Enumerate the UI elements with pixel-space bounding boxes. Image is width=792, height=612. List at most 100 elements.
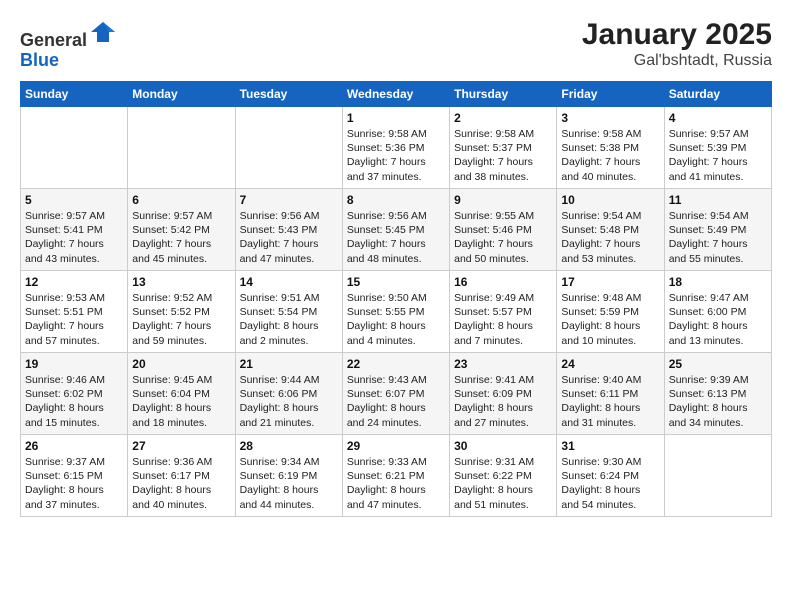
day-info: Sunrise: 9:43 AM Sunset: 6:07 PM Dayligh… — [347, 373, 445, 430]
day-info: Sunrise: 9:57 AM Sunset: 5:39 PM Dayligh… — [669, 127, 767, 184]
calendar-cell: 28Sunrise: 9:34 AM Sunset: 6:19 PM Dayli… — [235, 435, 342, 517]
logo-text-block: General Blue — [20, 18, 117, 71]
title-block: January 2025 Gal'bshtadt, Russia — [582, 18, 772, 70]
day-number: 4 — [669, 111, 767, 125]
calendar-header: SundayMondayTuesdayWednesdayThursdayFrid… — [21, 82, 772, 107]
calendar-week-row: 5Sunrise: 9:57 AM Sunset: 5:41 PM Daylig… — [21, 189, 772, 271]
calendar-cell: 19 Sunrise: 9:46 AM Sunset: 6:02 PM Dayli… — [21, 353, 128, 435]
day-info: Sunrise: 9:40 AM Sunset: 6:11 PM Dayligh… — [561, 373, 659, 430]
weekday-header: Sunday — [21, 82, 128, 107]
logo-general: General — [20, 30, 87, 50]
page-title: January 2025 — [582, 18, 772, 52]
calendar-cell: 24 Sunrise: 9:40 AM Sunset: 6:11 PM Dayli… — [557, 353, 664, 435]
calendar-cell: 20 Sunrise: 9:45 AM Sunset: 6:04 PM Dayli… — [128, 353, 235, 435]
day-number: 25 — [669, 357, 767, 371]
day-number: 7 — [240, 193, 338, 207]
day-info: Sunrise: 9:58 AM Sunset: 5:36 PM Dayligh… — [347, 127, 445, 184]
day-info: Sunrise: 9:34 AM Sunset: 6:19 PM Dayligh… — [240, 455, 338, 512]
day-number: 20 — [132, 357, 230, 371]
logo: General Blue — [20, 18, 117, 71]
day-info: Sunrise: 9:55 AM Sunset: 5:46 PM Dayligh… — [454, 209, 552, 266]
day-number: 30 — [454, 439, 552, 453]
calendar-cell — [128, 107, 235, 189]
calendar-cell: 8 Sunrise: 9:56 AM Sunset: 5:45 PM Daylig… — [342, 189, 449, 271]
calendar-week-row: 1 Sunrise: 9:58 AM Sunset: 5:36 PM Daylig… — [21, 107, 772, 189]
day-info: Sunrise: 9:37 AM Sunset: 6:15 PM Dayligh… — [25, 455, 123, 512]
calendar-cell: 4 Sunrise: 9:57 AM Sunset: 5:39 PM Daylig… — [664, 107, 771, 189]
calendar-cell: 18 Sunrise: 9:47 AM Sunset: 6:00 PM Dayli… — [664, 271, 771, 353]
day-info: Sunrise: 9:31 AM Sunset: 6:22 PM Dayligh… — [454, 455, 552, 512]
calendar-week-row: 12 Sunrise: 9:53 AM Sunset: 5:51 PM Dayli… — [21, 271, 772, 353]
day-info: Sunrise: 9:54 AM Sunset: 5:49 PM Dayligh… — [669, 209, 767, 266]
day-number: 18 — [669, 275, 767, 289]
calendar-cell: 29 Sunrise: 9:33 AM Sunset: 6:21 PM Dayli… — [342, 435, 449, 517]
day-number: 24 — [561, 357, 659, 371]
day-info: Sunrise: 9:50 AM Sunset: 5:55 PM Dayligh… — [347, 291, 445, 348]
day-number: 21 — [240, 357, 338, 371]
day-info: Sunrise: 9:49 AM Sunset: 5:57 PM Dayligh… — [454, 291, 552, 348]
day-info: Sunrise: 9:57 AM Sunset: 5:41 PM Dayligh… — [25, 209, 123, 266]
day-number: 29 — [347, 439, 445, 453]
page: General Blue January 2025 Gal'bshtadt, R… — [0, 0, 792, 527]
calendar-cell: 3 Sunrise: 9:58 AM Sunset: 5:38 PM Daylig… — [557, 107, 664, 189]
day-number: 11 — [669, 193, 767, 207]
weekday-header: Monday — [128, 82, 235, 107]
calendar-cell: 25 Sunrise: 9:39 AM Sunset: 6:13 PM Dayli… — [664, 353, 771, 435]
day-number: 1 — [347, 111, 445, 125]
day-number: 12 — [25, 275, 123, 289]
day-info: Sunrise: 9:56 AM Sunset: 5:45 PM Dayligh… — [347, 209, 445, 266]
day-info: Sunrise: 9:41 AM Sunset: 6:09 PM Dayligh… — [454, 373, 552, 430]
day-info: Sunrise: 9:44 AM Sunset: 6:06 PM Dayligh… — [240, 373, 338, 430]
calendar-cell: 27 Sunrise: 9:36 AM Sunset: 6:17 PM Dayli… — [128, 435, 235, 517]
day-info: Sunrise: 9:52 AM Sunset: 5:52 PM Dayligh… — [132, 291, 230, 348]
day-number: 8 — [347, 193, 445, 207]
calendar-cell: 17Sunrise: 9:48 AM Sunset: 5:59 PM Dayli… — [557, 271, 664, 353]
calendar-cell: 31Sunrise: 9:30 AM Sunset: 6:24 PM Dayli… — [557, 435, 664, 517]
day-info: Sunrise: 9:48 AM Sunset: 5:59 PM Dayligh… — [561, 291, 659, 348]
calendar-cell — [664, 435, 771, 517]
calendar-week-row: 26Sunrise: 9:37 AM Sunset: 6:15 PM Dayli… — [21, 435, 772, 517]
calendar-cell: 2 Sunrise: 9:58 AM Sunset: 5:37 PM Daylig… — [450, 107, 557, 189]
day-info: Sunrise: 9:46 AM Sunset: 6:02 PM Dayligh… — [25, 373, 123, 430]
calendar-cell: 12 Sunrise: 9:53 AM Sunset: 5:51 PM Dayli… — [21, 271, 128, 353]
day-info: Sunrise: 9:39 AM Sunset: 6:13 PM Dayligh… — [669, 373, 767, 430]
day-number: 19 — [25, 357, 123, 371]
day-number: 13 — [132, 275, 230, 289]
day-info: Sunrise: 9:33 AM Sunset: 6:21 PM Dayligh… — [347, 455, 445, 512]
calendar-cell: 6Sunrise: 9:57 AM Sunset: 5:42 PM Daylig… — [128, 189, 235, 271]
calendar-cell — [235, 107, 342, 189]
calendar: SundayMondayTuesdayWednesdayThursdayFrid… — [20, 81, 772, 517]
day-number: 10 — [561, 193, 659, 207]
day-number: 22 — [347, 357, 445, 371]
day-info: Sunrise: 9:54 AM Sunset: 5:48 PM Dayligh… — [561, 209, 659, 266]
calendar-body: 1 Sunrise: 9:58 AM Sunset: 5:36 PM Daylig… — [21, 107, 772, 517]
calendar-cell: 30 Sunrise: 9:31 AM Sunset: 6:22 PM Dayli… — [450, 435, 557, 517]
day-info: Sunrise: 9:56 AM Sunset: 5:43 PM Dayligh… — [240, 209, 338, 266]
calendar-cell: 11 Sunrise: 9:54 AM Sunset: 5:49 PM Dayli… — [664, 189, 771, 271]
day-number: 31 — [561, 439, 659, 453]
day-number: 3 — [561, 111, 659, 125]
day-info: Sunrise: 9:47 AM Sunset: 6:00 PM Dayligh… — [669, 291, 767, 348]
calendar-cell: 10 Sunrise: 9:54 AM Sunset: 5:48 PM Dayli… — [557, 189, 664, 271]
day-info: Sunrise: 9:45 AM Sunset: 6:04 PM Dayligh… — [132, 373, 230, 430]
calendar-cell: 14Sunrise: 9:51 AM Sunset: 5:54 PM Dayli… — [235, 271, 342, 353]
day-number: 15 — [347, 275, 445, 289]
day-info: Sunrise: 9:58 AM Sunset: 5:38 PM Dayligh… — [561, 127, 659, 184]
day-number: 27 — [132, 439, 230, 453]
calendar-cell: 16 Sunrise: 9:49 AM Sunset: 5:57 PM Dayli… — [450, 271, 557, 353]
day-number: 14 — [240, 275, 338, 289]
day-number: 16 — [454, 275, 552, 289]
weekday-header: Saturday — [664, 82, 771, 107]
header: General Blue January 2025 Gal'bshtadt, R… — [20, 18, 772, 71]
calendar-cell: 15 Sunrise: 9:50 AM Sunset: 5:55 PM Dayli… — [342, 271, 449, 353]
day-number: 2 — [454, 111, 552, 125]
day-info: Sunrise: 9:58 AM Sunset: 5:37 PM Dayligh… — [454, 127, 552, 184]
weekday-header: Tuesday — [235, 82, 342, 107]
weekday-header: Thursday — [450, 82, 557, 107]
day-info: Sunrise: 9:57 AM Sunset: 5:42 PM Dayligh… — [132, 209, 230, 266]
calendar-cell: 22 Sunrise: 9:43 AM Sunset: 6:07 PM Dayli… — [342, 353, 449, 435]
day-info: Sunrise: 9:53 AM Sunset: 5:51 PM Dayligh… — [25, 291, 123, 348]
day-info: Sunrise: 9:36 AM Sunset: 6:17 PM Dayligh… — [132, 455, 230, 512]
day-number: 9 — [454, 193, 552, 207]
page-subtitle: Gal'bshtadt, Russia — [582, 52, 772, 70]
